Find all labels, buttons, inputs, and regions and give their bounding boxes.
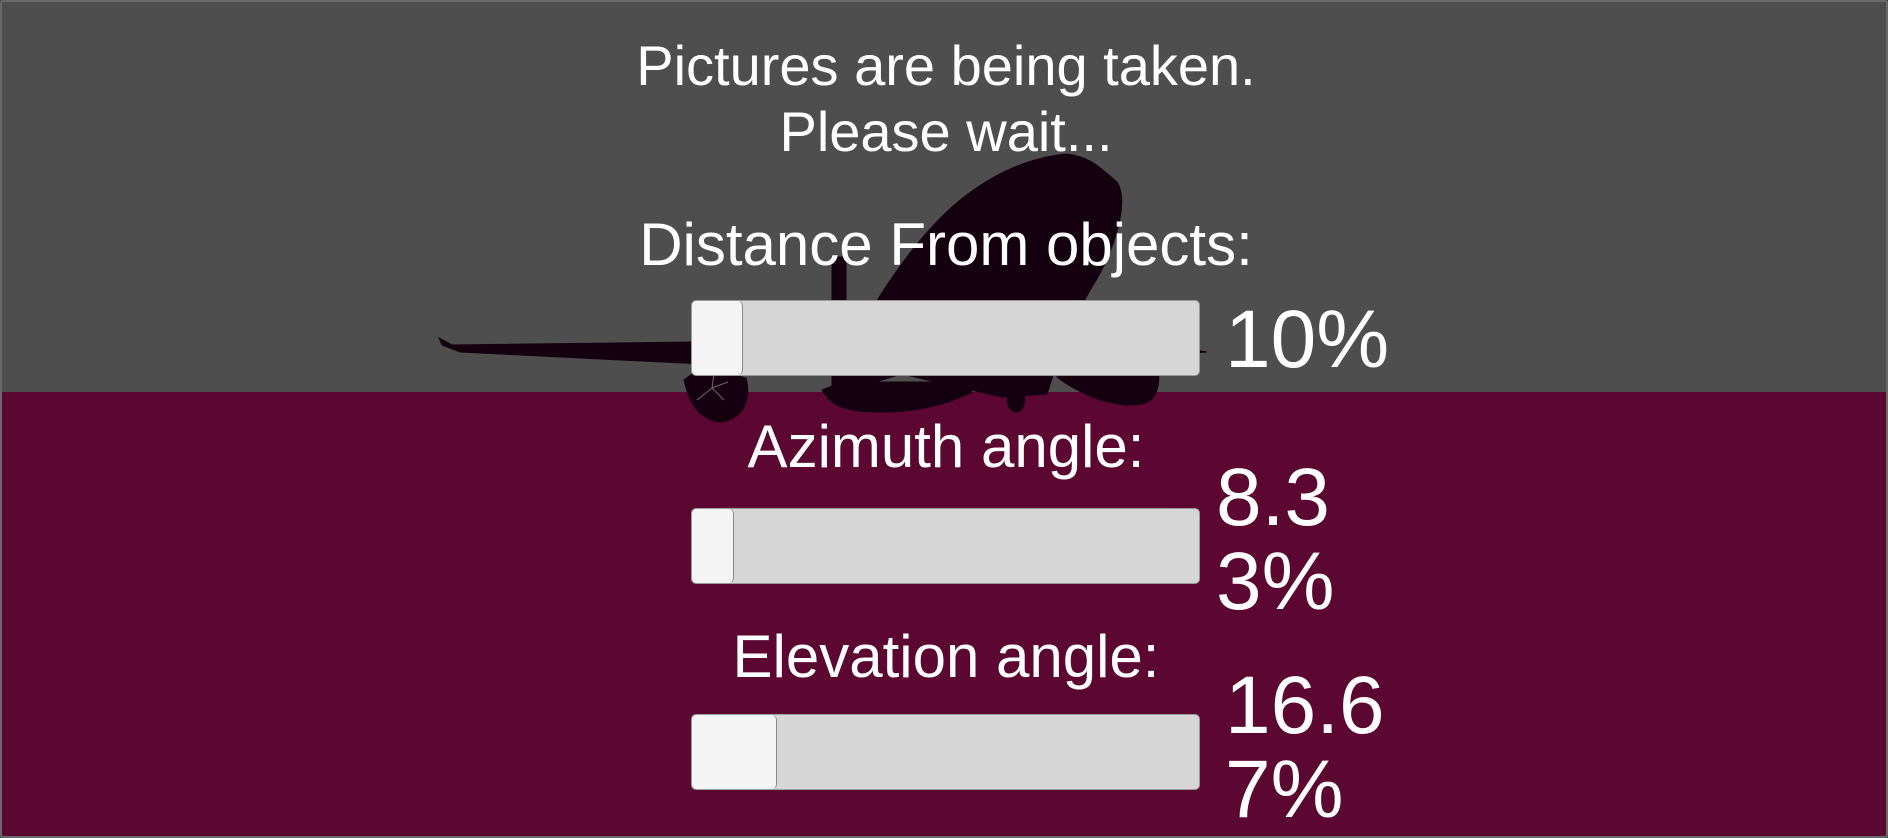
distance-progress-fill <box>692 301 743 375</box>
status-message-line-1: Pictures are being taken. <box>636 34 1256 97</box>
azimuth-progress-bar <box>691 508 1200 584</box>
status-message-line-2: Please wait... <box>779 100 1113 163</box>
azimuth-value: 8.33% <box>1216 452 1335 627</box>
distance-value: 10% <box>1225 294 1390 385</box>
distance-label: Distance From objects: <box>639 211 1253 278</box>
elevation-progress-fill <box>692 715 777 789</box>
elevation-progress-bar <box>691 714 1200 790</box>
capture-window: Pictures are being taken. Please wait...… <box>0 0 1888 838</box>
elevation-value: 16.67% <box>1225 660 1385 835</box>
azimuth-progress-fill <box>692 509 735 583</box>
distance-progress-bar <box>691 300 1200 376</box>
azimuth-label: Azimuth angle: <box>747 413 1145 480</box>
elevation-label: Elevation angle: <box>732 623 1160 690</box>
